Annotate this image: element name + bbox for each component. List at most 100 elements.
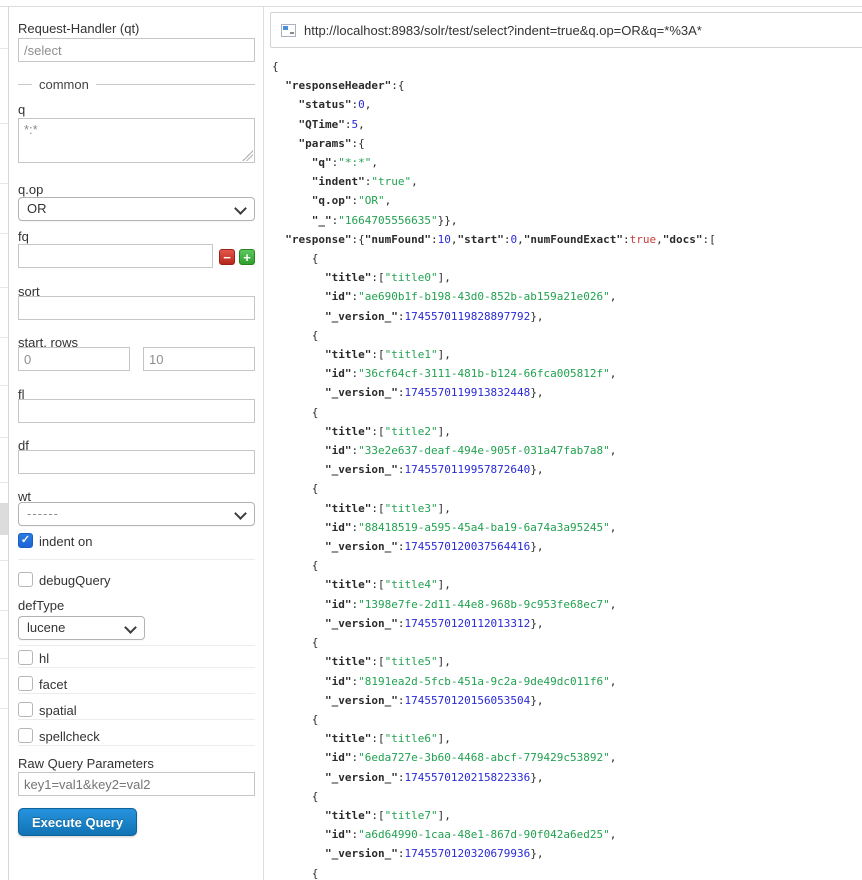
execute-query-button[interactable]: Execute Query bbox=[18, 808, 137, 836]
fl-input[interactable] bbox=[18, 399, 255, 423]
json-line: "title":["title3"], bbox=[272, 499, 862, 518]
chevron-down-icon bbox=[234, 507, 247, 520]
def-type-select[interactable]: lucene bbox=[18, 616, 145, 640]
common-section-legend: common bbox=[18, 77, 255, 92]
json-line: "title":["title4"], bbox=[272, 575, 862, 594]
json-line: "id":"88418519-a595-45a4-ba19-6a74a3a952… bbox=[272, 518, 862, 537]
json-line: { bbox=[272, 864, 862, 880]
divider bbox=[18, 693, 255, 694]
json-line: "_":"1664705556635"}}, bbox=[272, 211, 862, 230]
sidebar-edge-separator bbox=[0, 123, 8, 124]
sidebar-edge-separator bbox=[0, 233, 8, 234]
common-section-label: common bbox=[32, 77, 96, 92]
panel-divider bbox=[263, 7, 264, 880]
divider bbox=[18, 719, 255, 720]
json-line: { bbox=[272, 787, 862, 806]
json-line: "title":["title7"], bbox=[272, 806, 862, 825]
indent-checkbox[interactable]: ✓ bbox=[18, 533, 33, 548]
legend-line-left bbox=[18, 84, 32, 85]
divider bbox=[18, 559, 255, 560]
df-input[interactable] bbox=[18, 450, 255, 474]
chevron-down-icon bbox=[234, 202, 247, 215]
spatial-checkbox[interactable] bbox=[18, 702, 33, 717]
facet-label: facet bbox=[39, 677, 67, 692]
q-op-select[interactable]: OR bbox=[18, 197, 255, 221]
sidebar-selected-item-edge bbox=[0, 503, 8, 535]
debug-query-checkbox[interactable] bbox=[18, 572, 33, 587]
json-line: { bbox=[272, 633, 862, 652]
hl-checkbox[interactable] bbox=[18, 650, 33, 665]
json-line: "title":["title6"], bbox=[272, 729, 862, 748]
spellcheck-checkbox[interactable] bbox=[18, 728, 33, 743]
divider bbox=[18, 745, 255, 746]
sidebar-edge-separator bbox=[0, 385, 8, 386]
rows-input[interactable] bbox=[143, 347, 255, 371]
fq-label: fq bbox=[18, 230, 29, 244]
start-input[interactable] bbox=[18, 347, 130, 371]
url-icon bbox=[281, 24, 296, 37]
json-line: "responseHeader":{ bbox=[272, 76, 862, 95]
indent-checkbox-label: indent on bbox=[39, 534, 93, 549]
json-line: "response":{"numFound":10,"start":0,"num… bbox=[272, 230, 862, 249]
json-line: "_version_":1745570119957872640}, bbox=[272, 460, 862, 479]
sidebar-edge-separator bbox=[0, 48, 8, 49]
json-line: "_version_":1745570120037564416}, bbox=[272, 537, 862, 556]
sidebar-edge-separator bbox=[0, 708, 8, 709]
wt-select[interactable]: ------ bbox=[18, 502, 255, 526]
json-line: { bbox=[272, 710, 862, 729]
sidebar-edge-separator bbox=[0, 560, 8, 561]
json-line: "id":"1398e7fe-2d11-44e8-968b-9c953fe68e… bbox=[272, 595, 862, 614]
raw-query-parameters-label: Raw Query Parameters bbox=[18, 757, 154, 771]
sidebar-edge-separator bbox=[0, 287, 8, 288]
json-line: "status":0, bbox=[272, 95, 862, 114]
json-line: "_version_":1745570120156053504}, bbox=[272, 691, 862, 710]
request-handler-input[interactable] bbox=[18, 38, 255, 62]
raw-query-parameters-input[interactable] bbox=[18, 772, 255, 796]
sidebar-edge bbox=[0, 7, 9, 880]
add-fq-button[interactable]: + bbox=[239, 249, 255, 265]
json-line: "_version_":1745570120112013312}, bbox=[272, 614, 862, 633]
json-line: "id":"6eda727e-3b60-4468-abcf-779429c538… bbox=[272, 748, 862, 767]
request-handler-label: Request-Handler (qt) bbox=[18, 22, 139, 36]
q-label: q bbox=[18, 103, 25, 117]
json-line: "id":"a6d64990-1caa-48e1-867d-90f042a6ed… bbox=[272, 825, 862, 844]
json-line: "indent":"true", bbox=[272, 172, 862, 191]
def-type-value: lucene bbox=[27, 620, 65, 635]
q-op-value: OR bbox=[27, 201, 47, 216]
json-line: { bbox=[272, 403, 862, 422]
divider bbox=[18, 667, 255, 668]
json-line: "title":["title1"], bbox=[272, 345, 862, 364]
sidebar-edge-separator bbox=[0, 482, 8, 483]
q-textarea[interactable]: *:* bbox=[18, 118, 255, 163]
sidebar-edge-separator bbox=[0, 610, 8, 611]
divider bbox=[18, 645, 255, 646]
spatial-label: spatial bbox=[39, 703, 77, 718]
sort-input[interactable] bbox=[18, 296, 255, 320]
json-line: "id":"33e2e637-deaf-494e-905f-031a47fab7… bbox=[272, 441, 862, 460]
legend-line-right bbox=[96, 84, 255, 85]
json-line: "_version_":1745570120215822336}, bbox=[272, 768, 862, 787]
json-line: "_version_":1745570119828897792}, bbox=[272, 307, 862, 326]
response-url-link[interactable]: http://localhost:8983/solr/test/select?i… bbox=[304, 23, 702, 38]
json-line: "title":["title5"], bbox=[272, 652, 862, 671]
json-line: "title":["title2"], bbox=[272, 422, 862, 441]
json-line: "id":"ae690b1f-b198-43d0-852b-ab159a21e0… bbox=[272, 287, 862, 306]
remove-fq-button[interactable]: − bbox=[219, 249, 235, 265]
spellcheck-label: spellcheck bbox=[39, 729, 100, 744]
sidebar-edge-separator bbox=[0, 183, 8, 184]
sidebar-edge-separator bbox=[0, 658, 8, 659]
json-line: "q.op":"OR", bbox=[272, 191, 862, 210]
json-line: { bbox=[272, 249, 862, 268]
json-line: "title":["title0"], bbox=[272, 268, 862, 287]
hl-label: hl bbox=[39, 651, 49, 666]
json-line: { bbox=[272, 326, 862, 345]
debug-query-label: debugQuery bbox=[39, 573, 111, 588]
fq-input[interactable] bbox=[18, 244, 213, 268]
sidebar-edge-separator bbox=[0, 337, 8, 338]
json-line: { bbox=[272, 479, 862, 498]
facet-checkbox[interactable] bbox=[18, 676, 33, 691]
chevron-down-icon bbox=[124, 621, 137, 634]
json-line: { bbox=[272, 57, 862, 76]
json-line: "_version_":1745570119913832448}, bbox=[272, 383, 862, 402]
q-op-label: q.op bbox=[18, 183, 43, 197]
